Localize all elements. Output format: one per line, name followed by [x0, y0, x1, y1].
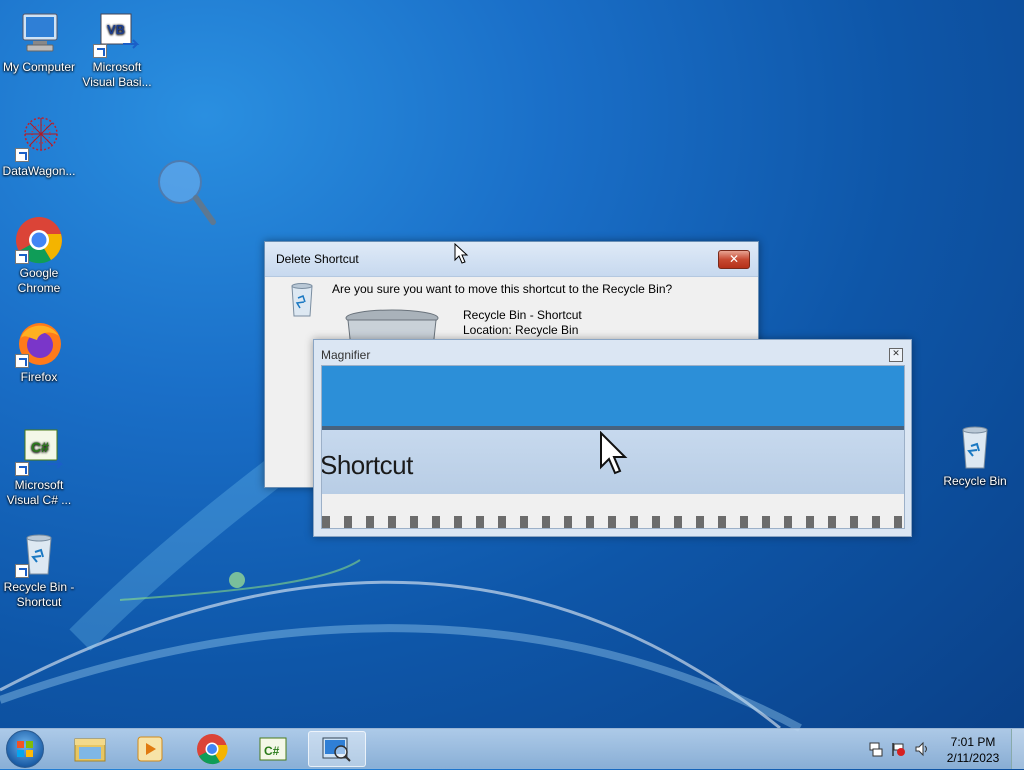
dialog-title: Delete Shortcut — [276, 252, 359, 266]
shortcut-arrow-icon — [15, 462, 29, 476]
shortcut-arrow-icon — [15, 354, 29, 368]
taskbar-item-visual-csharp[interactable]: C# — [246, 731, 302, 767]
desktop-icon-visual-csharp[interactable]: C# Microsoft Visual C# ... — [0, 428, 78, 508]
shortcut-arrow-icon — [15, 148, 29, 162]
desktop-icon-label: Microsoft Visual C# ... — [6, 478, 72, 507]
taskbar-item-explorer[interactable] — [62, 731, 118, 767]
clock[interactable]: 7:01 PM 2/11/2023 — [940, 734, 1006, 766]
magnifying-glass-icon[interactable] — [156, 158, 220, 230]
desktop-icon-datawagon[interactable]: DataWagon... — [0, 114, 78, 179]
desktop-icon-google-chrome[interactable]: Google Chrome — [0, 216, 78, 296]
recycle-bin-icon — [15, 530, 63, 578]
magnified-text-fragment — [322, 516, 904, 528]
dialog-question: Are you sure you want to move this short… — [332, 282, 673, 296]
visual-csharp-icon: C# — [15, 428, 64, 476]
dialog-close-button[interactable]: ✕ — [718, 250, 750, 269]
desktop-icon-label: Recycle Bin — [943, 474, 1007, 488]
dialog-item-location: Location: Recycle Bin — [463, 323, 579, 337]
visual-csharp-icon: C# — [259, 737, 287, 761]
magnifier-title: Magnifier — [321, 348, 371, 362]
magnified-cursor-icon — [600, 431, 628, 475]
magnifier-window: Magnifier ✕ Shortcut — [313, 339, 912, 537]
start-button[interactable] — [6, 730, 44, 768]
visual-basic-icon: VB — [93, 10, 141, 58]
chrome-icon — [15, 216, 63, 264]
datawagon-icon — [15, 114, 63, 162]
firefox-icon — [15, 320, 63, 368]
taskbar-item-chrome[interactable] — [184, 731, 240, 767]
desktop-icon-recycle-bin-shortcut[interactable]: Recycle Bin - Shortcut — [0, 530, 78, 610]
action-center-flag-icon[interactable] — [890, 741, 906, 757]
desktop-icon-label: Google Chrome — [17, 266, 61, 295]
system-tray — [868, 741, 932, 759]
desktop-icon-label: My Computer — [2, 60, 76, 74]
magnified-text: Shortcut — [321, 450, 413, 480]
desktop-icon-label: Microsoft Visual Basi... — [82, 60, 152, 89]
desktop-icon-firefox[interactable]: Firefox — [0, 320, 78, 385]
taskbar-item-media-player[interactable] — [122, 731, 178, 767]
magnifier-view: Shortcut — [321, 365, 905, 529]
show-desktop-button[interactable] — [1011, 729, 1024, 769]
desktop-icon-visual-basic[interactable]: VB Microsoft Visual Basi... — [78, 10, 156, 90]
mouse-cursor-icon — [454, 243, 469, 264]
magnifier-close-button[interactable]: ✕ — [889, 348, 903, 362]
dialog-item-name: Recycle Bin - Shortcut — [463, 308, 582, 322]
volume-icon[interactable] — [914, 741, 930, 757]
desktop-icon-label: DataWagon... — [2, 164, 76, 178]
taskbar-item-magnifier[interactable] — [308, 731, 366, 767]
clock-time: 7:01 PM — [950, 735, 996, 749]
windows-explorer-icon — [74, 738, 106, 762]
desktop-icon-label: Firefox — [20, 370, 58, 384]
taskbar: C# 7:01 PM 2/11/2023 — [0, 728, 1024, 769]
recycle-bin-icon — [951, 424, 999, 472]
shortcut-arrow-icon — [15, 564, 29, 578]
magnifier-icon — [322, 737, 351, 762]
magnified-titlebar — [322, 366, 904, 426]
dialog-titlebar[interactable]: Delete Shortcut ✕ — [265, 242, 758, 277]
svg-text:C#: C# — [264, 744, 280, 758]
svg-text:C#: C# — [31, 439, 49, 455]
computer-icon — [15, 10, 63, 58]
recycle-bin-icon — [291, 283, 313, 317]
svg-text:VB: VB — [107, 22, 125, 37]
windows-logo-icon — [17, 741, 33, 757]
desktop-icon-recycle-bin[interactable]: Recycle Bin — [936, 424, 1014, 489]
clock-date: 2/11/2023 — [946, 751, 1000, 765]
network-icon[interactable] — [868, 741, 884, 757]
desktop-icon-my-computer[interactable]: My Computer — [0, 10, 78, 75]
chrome-icon — [197, 734, 228, 765]
shortcut-arrow-icon — [15, 250, 29, 264]
media-player-icon — [137, 736, 163, 762]
shortcut-arrow-icon — [93, 44, 107, 58]
desktop-icon-label: Recycle Bin - Shortcut — [3, 580, 75, 609]
